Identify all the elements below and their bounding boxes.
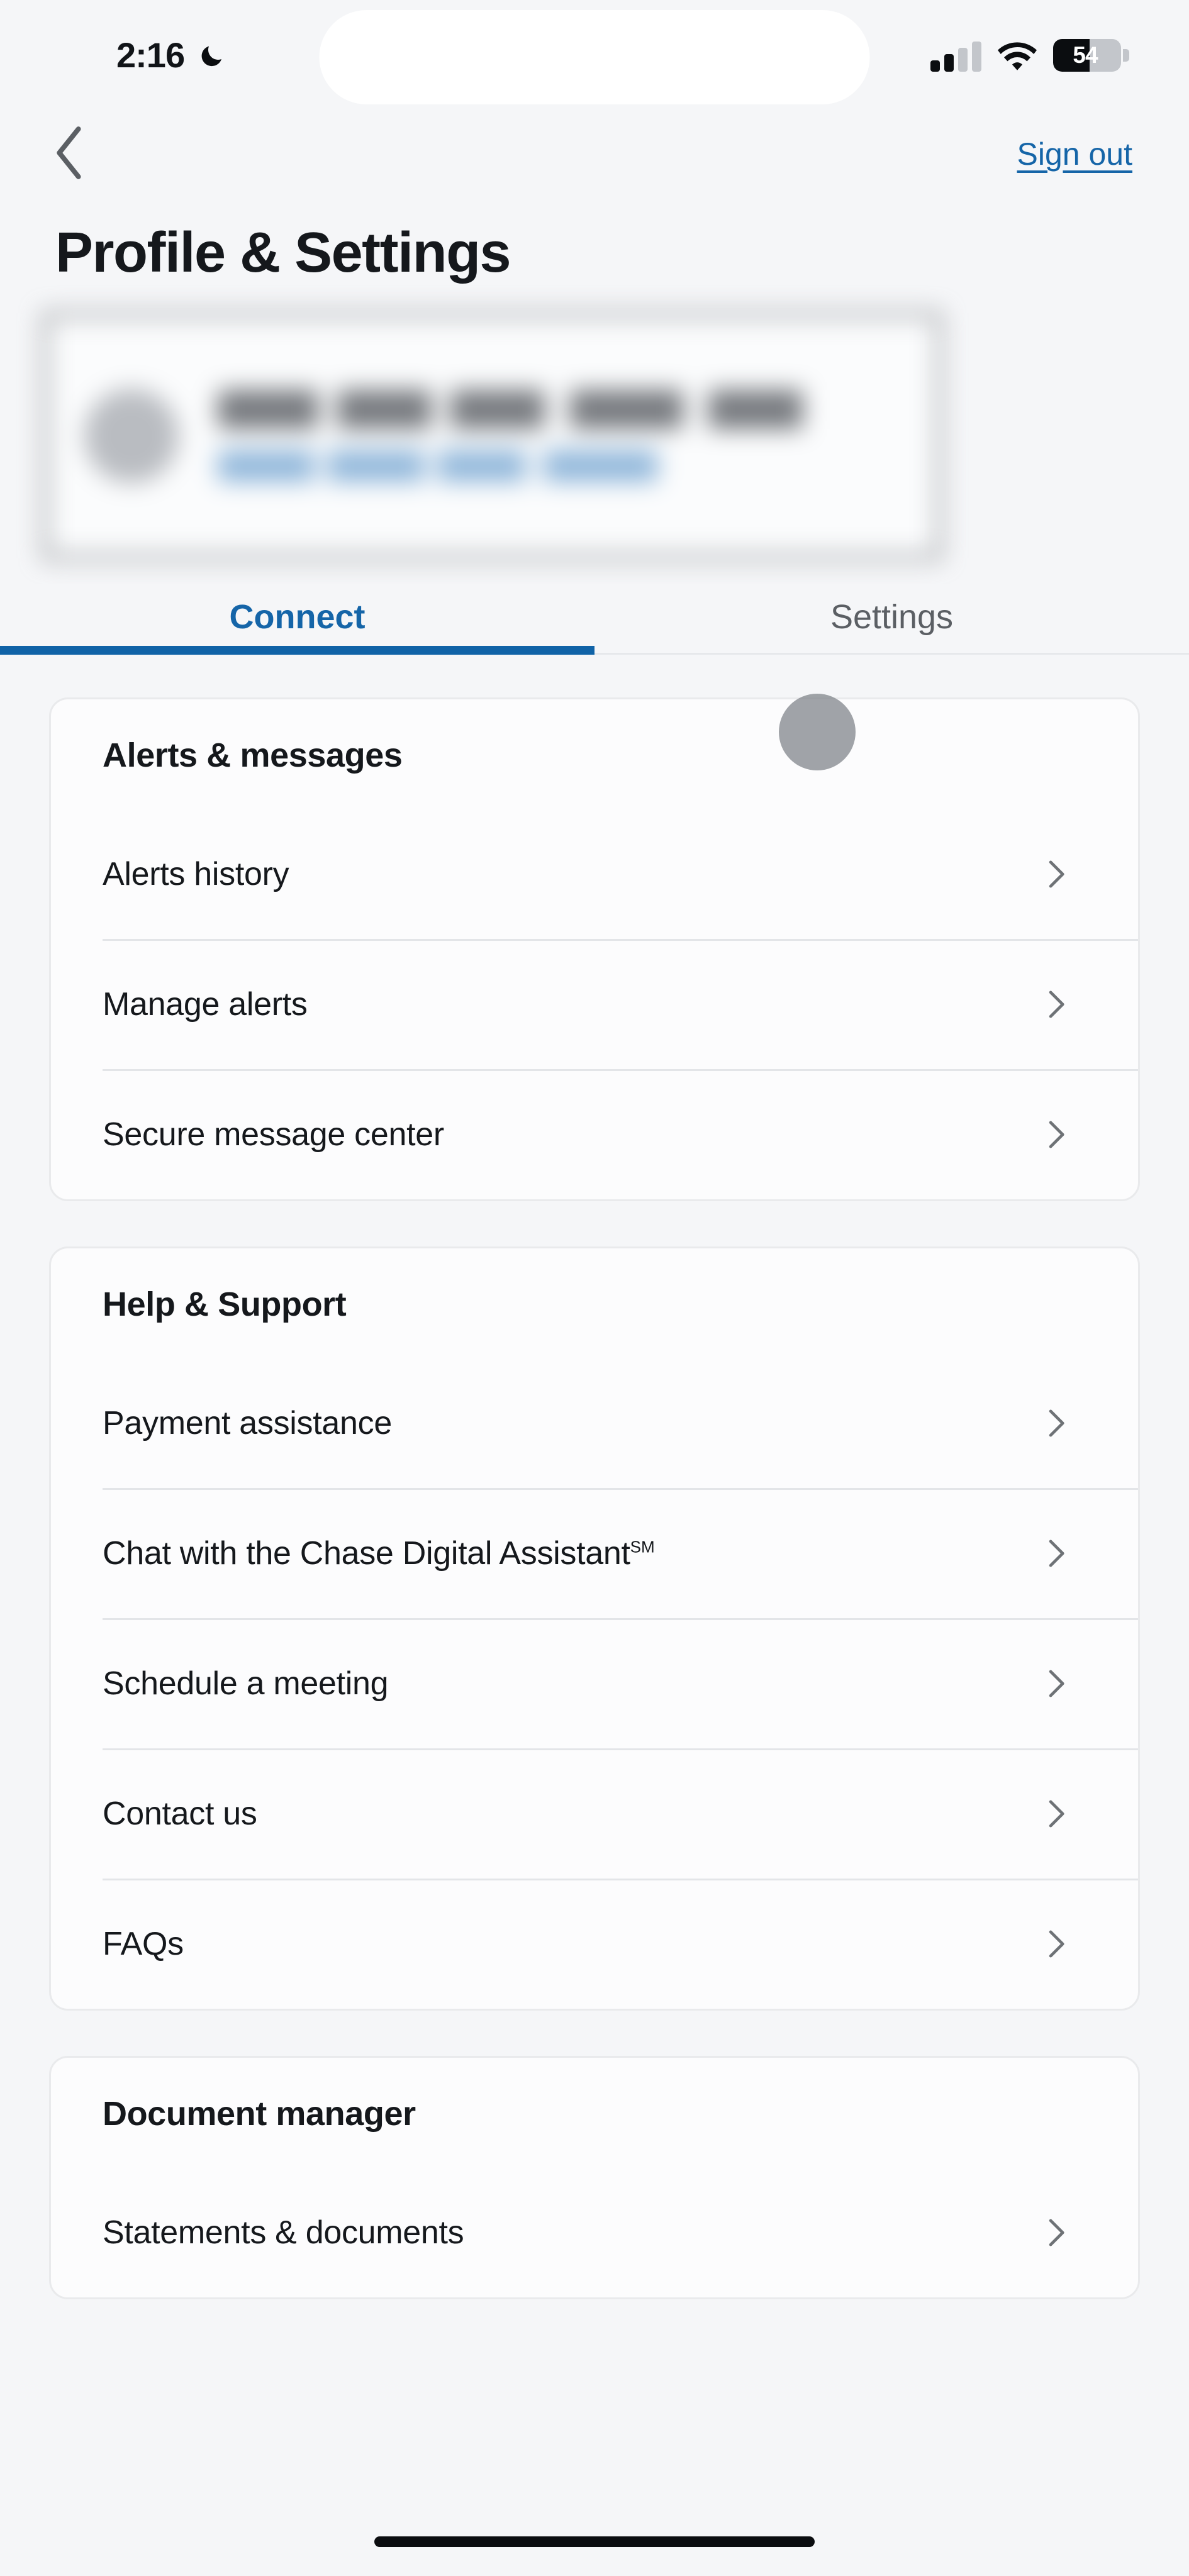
list-item-label: Chat with the Chase Digital AssistantSM — [103, 1535, 655, 1572]
page-title: Profile & Settings — [55, 221, 511, 284]
back-button[interactable] — [50, 126, 107, 182]
card-title: Document manager — [103, 2095, 416, 2133]
dynamic-island — [319, 10, 870, 104]
profile-name-redacted — [218, 390, 847, 429]
service-mark: SM — [630, 1537, 655, 1557]
tab-bar: Connect Settings — [0, 584, 1189, 655]
cellular-signal-icon — [930, 41, 981, 72]
chevron-right-icon — [1039, 857, 1073, 891]
navigation-bar: Sign out — [0, 110, 1189, 198]
list-item-secure-message-center[interactable]: Secure message center — [51, 1069, 1138, 1199]
chevron-left-icon — [50, 126, 91, 183]
chevron-right-icon — [1039, 1927, 1073, 1961]
card-alerts-and-messages: Alerts & messages Alerts history Manage … — [49, 697, 1140, 1201]
chevron-right-icon — [1039, 987, 1073, 1021]
chevron-right-icon — [1039, 2216, 1073, 2250]
list-item-label: Statements & documents — [103, 2214, 464, 2251]
moon-icon — [198, 42, 226, 69]
list-item-label: Payment assistance — [103, 1404, 392, 1441]
wifi-icon — [998, 42, 1037, 72]
tap-indicator-cursor — [779, 694, 856, 770]
list-item-label: Manage alerts — [103, 985, 308, 1023]
chevron-right-icon — [1039, 1797, 1073, 1831]
list-item-alerts-history[interactable]: Alerts history — [51, 809, 1138, 939]
card-help-and-support: Help & Support Payment assistance Chat w… — [49, 1246, 1140, 2011]
profile-email-redacted — [218, 450, 658, 482]
list-item-manage-alerts[interactable]: Manage alerts — [51, 939, 1138, 1069]
settings-list: Alerts & messages Alerts history Manage … — [0, 655, 1189, 2299]
list-item-faqs[interactable]: FAQs — [51, 1879, 1138, 2009]
chevron-right-icon — [1039, 1536, 1073, 1570]
chevron-right-icon — [1039, 1667, 1073, 1701]
list-item-label: FAQs — [103, 1925, 184, 1962]
list-item-label: Schedule a meeting — [103, 1665, 389, 1702]
profile-summary-card[interactable] — [44, 313, 941, 558]
status-bar-left: 2:16 — [0, 35, 226, 75]
card-title: Alerts & messages — [103, 736, 403, 774]
status-bar: 2:16 54 — [0, 0, 1189, 110]
status-bar-clock: 2:16 — [116, 35, 185, 75]
list-item-label: Secure message center — [103, 1116, 444, 1153]
list-item-schedule-a-meeting[interactable]: Schedule a meeting — [51, 1618, 1138, 1748]
chevron-right-icon — [1039, 1118, 1073, 1152]
battery-icon: 54 — [1053, 38, 1129, 72]
list-item-payment-assistance[interactable]: Payment assistance — [51, 1358, 1138, 1488]
home-indicator — [374, 2536, 815, 2547]
sign-out-link[interactable]: Sign out — [1017, 136, 1132, 172]
list-item-contact-us[interactable]: Contact us — [51, 1748, 1138, 1879]
list-item-label: Alerts history — [103, 855, 289, 892]
card-title: Help & Support — [103, 1285, 347, 1323]
list-item-chat-digital-assistant[interactable]: Chat with the Chase Digital AssistantSM — [51, 1488, 1138, 1618]
active-tab-indicator — [0, 646, 594, 655]
list-item-label: Contact us — [103, 1795, 257, 1832]
avatar — [84, 389, 179, 483]
tab-connect[interactable]: Connect — [0, 584, 594, 653]
tab-settings[interactable]: Settings — [594, 584, 1189, 653]
battery-percent-label: 54 — [1073, 42, 1098, 68]
list-item-statements-and-documents[interactable]: Statements & documents — [51, 2167, 1138, 2297]
status-bar-right: 54 — [930, 38, 1129, 72]
card-document-manager: Document manager Statements & documents — [49, 2056, 1140, 2299]
chevron-right-icon — [1039, 1406, 1073, 1440]
